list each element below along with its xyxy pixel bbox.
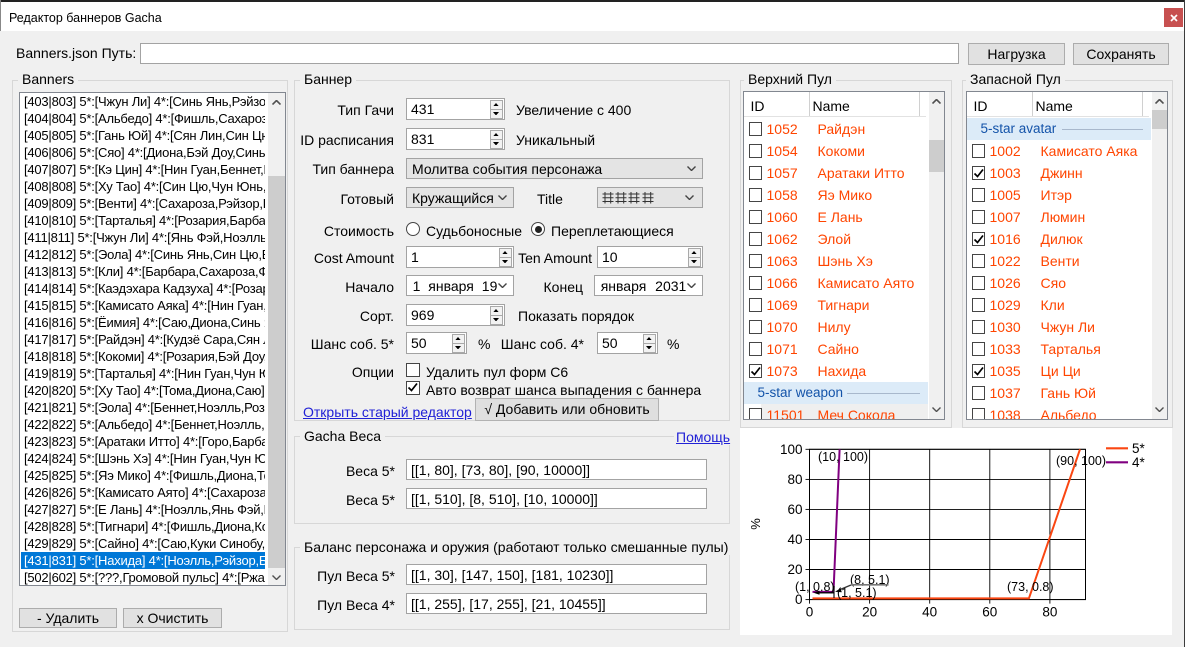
svg-text:(10, 100): (10, 100) — [818, 450, 868, 464]
svg-text:(90, 100): (90, 100) — [1056, 454, 1106, 468]
svg-text:40: 40 — [787, 532, 802, 547]
svg-text:60: 60 — [787, 502, 802, 517]
svg-text:80: 80 — [1042, 605, 1057, 620]
svg-text:(1, 0.8): (1, 0.8) — [795, 580, 835, 594]
svg-text:0: 0 — [795, 592, 803, 607]
svg-text:5*: 5* — [1132, 441, 1146, 456]
svg-text:%: % — [748, 518, 763, 530]
svg-text:100: 100 — [780, 442, 803, 457]
svg-text:0: 0 — [806, 605, 814, 620]
svg-text:4*: 4* — [1132, 455, 1146, 470]
svg-text:20: 20 — [862, 605, 877, 620]
svg-text:(73, 0.8): (73, 0.8) — [1007, 580, 1054, 594]
svg-text:20: 20 — [787, 562, 802, 577]
svg-text:60: 60 — [982, 605, 997, 620]
svg-text:40: 40 — [922, 605, 937, 620]
svg-text:80: 80 — [787, 472, 802, 487]
